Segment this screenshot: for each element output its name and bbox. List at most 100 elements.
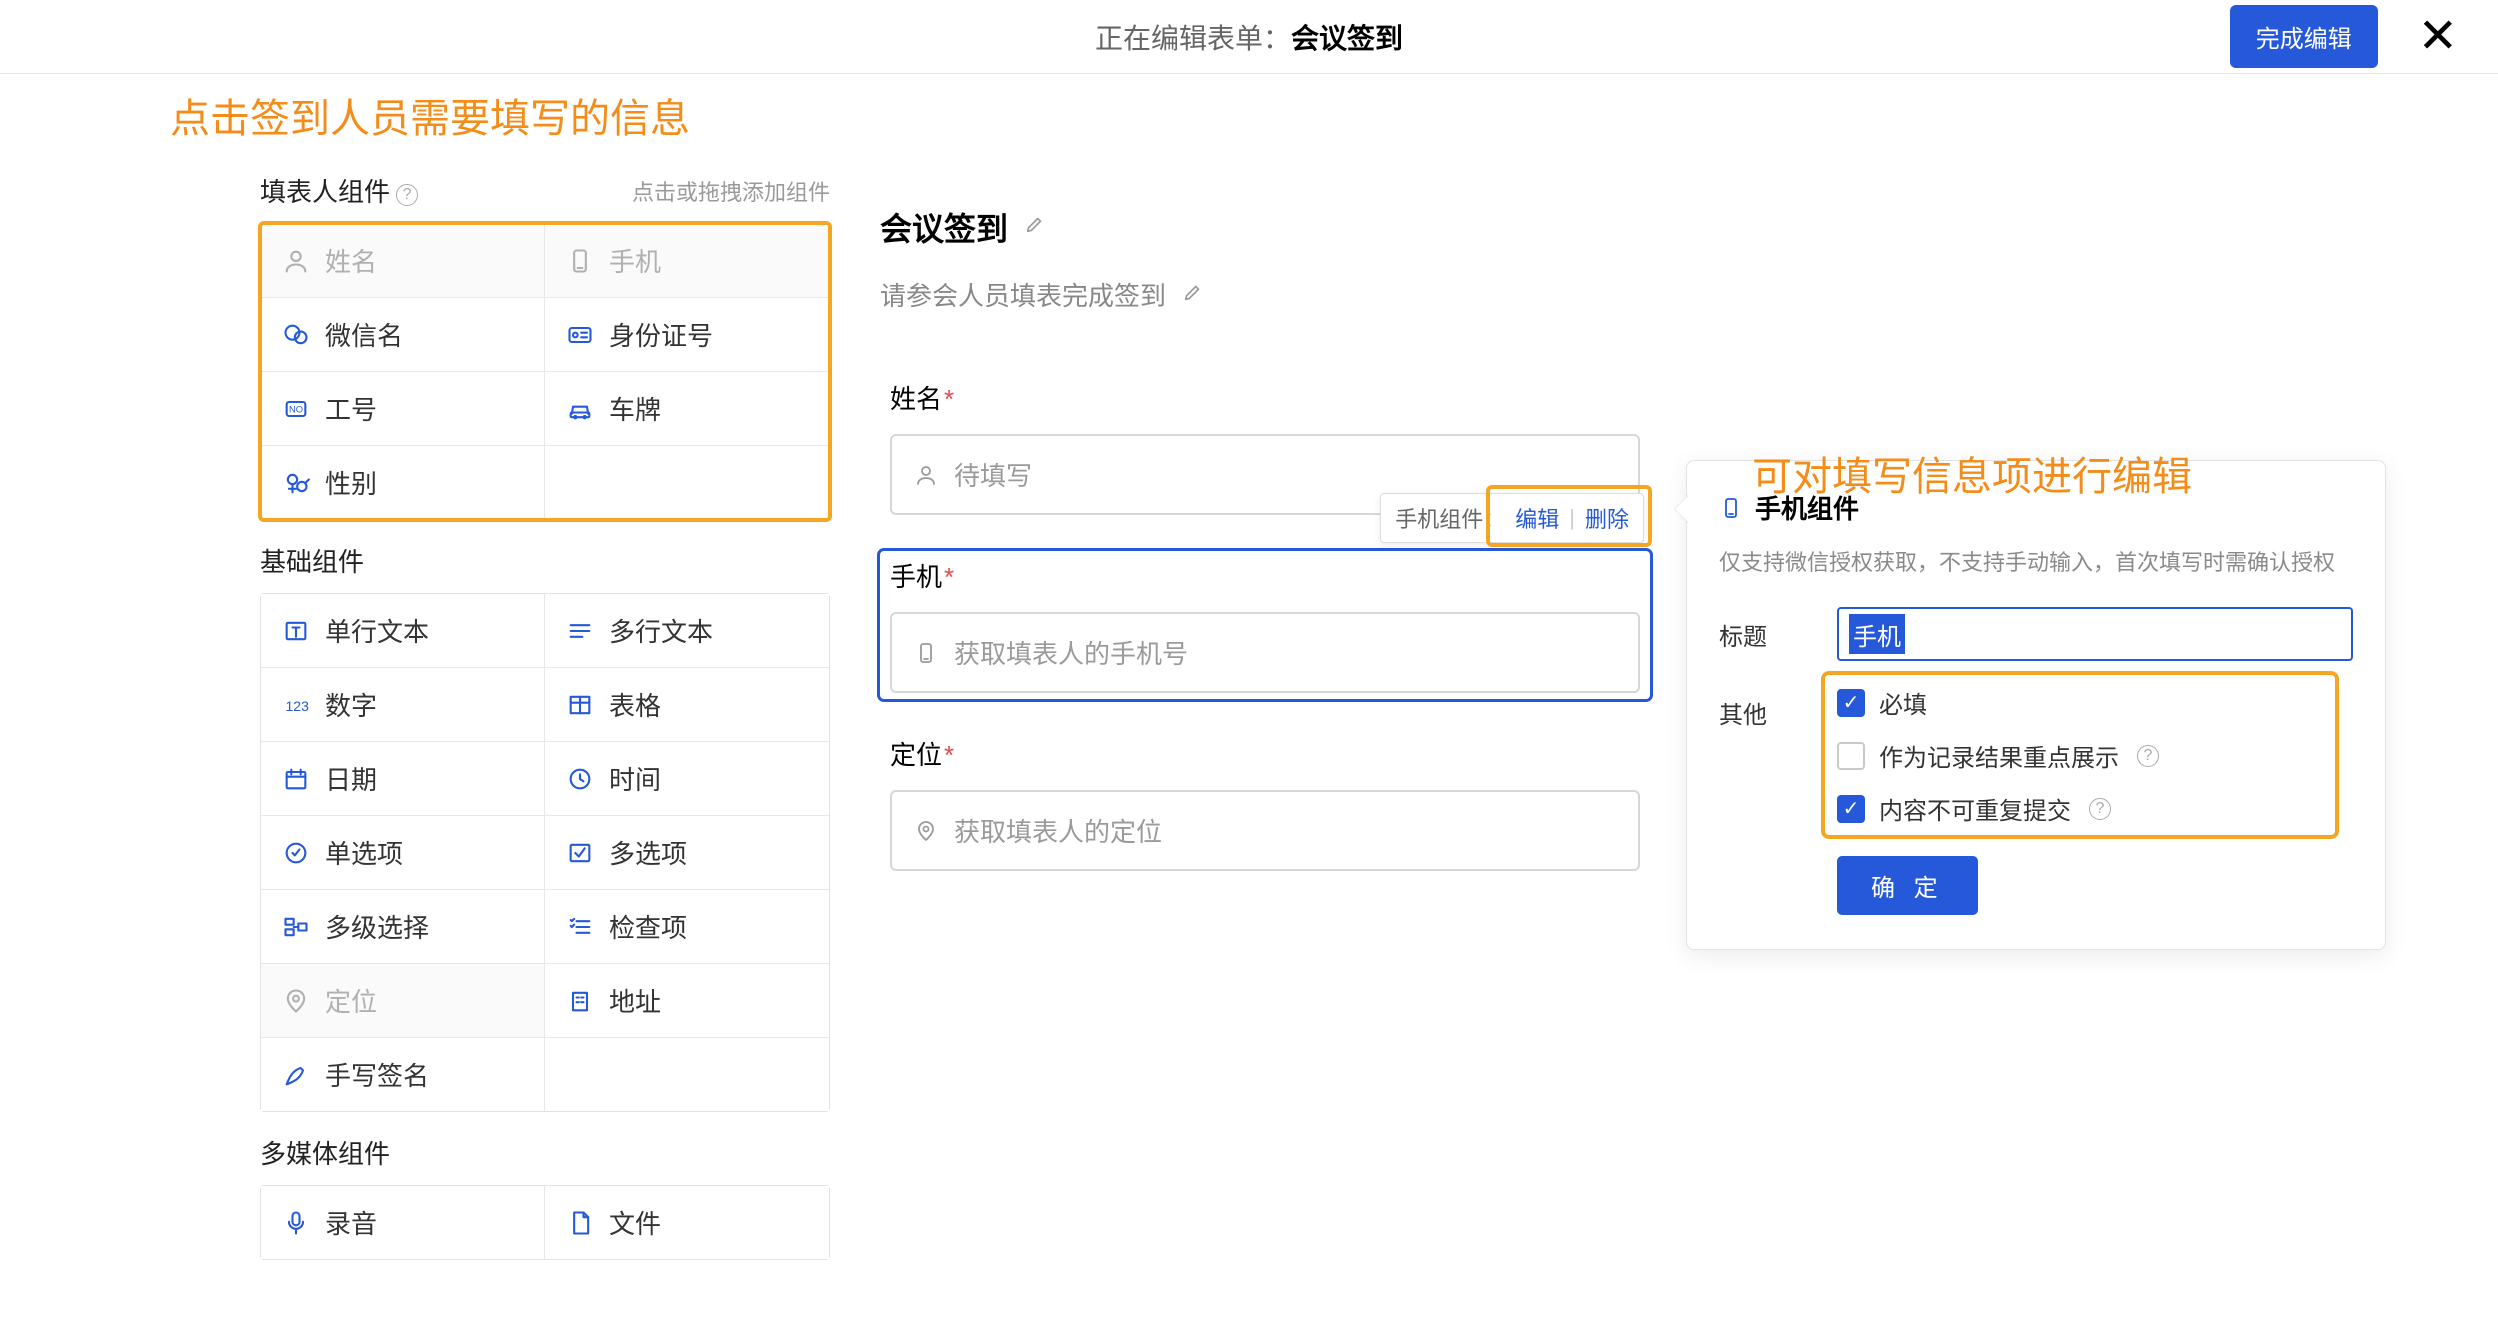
basic-components-grid: 单行文本 多行文本 123数字 表格 日期 时间 单选项 多选项 多级选择 检查… — [260, 593, 830, 1112]
component-wechat[interactable]: 微信名 — [261, 298, 545, 372]
radio-icon — [281, 839, 311, 867]
field-location-input: 获取填表人的定位 — [890, 790, 1640, 871]
checkbox-required[interactable] — [1837, 689, 1865, 717]
component-empty — [545, 446, 829, 519]
component-idcard[interactable]: 身份证号 — [545, 298, 829, 372]
editor-options-list: 必填 作为记录结果重点展示 ? 内容不可重复提交 ? — [1837, 685, 2353, 826]
component-plate[interactable]: 车牌 — [545, 372, 829, 446]
field-action-popover: 手机组件： 编辑 | 删除 — [1380, 493, 1644, 543]
building-icon — [565, 987, 595, 1015]
mic-icon — [281, 1209, 311, 1237]
component-staffno[interactable]: NO 工号 — [261, 372, 545, 446]
component-sidebar: 填表人组件? 点击或拖拽添加组件 姓名 手机 微信名 身份证号 NO 工号 — [260, 94, 830, 1343]
component-text-multi[interactable]: 多行文本 — [545, 594, 829, 668]
id-card-icon — [565, 321, 595, 349]
component-table[interactable]: 表格 — [545, 668, 829, 742]
person-icon — [281, 247, 311, 275]
header-form-name: 会议签到 — [1291, 23, 1403, 54]
component-cascader[interactable]: 多级选择 — [261, 890, 545, 964]
phone-icon — [1719, 496, 1743, 520]
popover-prefix: 手机组件： — [1395, 502, 1505, 534]
help-icon[interactable]: ? — [396, 184, 418, 206]
component-checklist[interactable]: 检查项 — [545, 890, 829, 964]
filler-components-grid: 姓名 手机 微信名 身份证号 NO 工号 车牌 — [260, 223, 830, 520]
option-highlight-label: 作为记录结果重点展示 — [1879, 738, 2119, 773]
edit-title-icon[interactable] — [1024, 213, 1046, 241]
form-canvas: 会议签到 请参会人员填表完成签到 姓名* 待填写 手机组件： 编辑 | 删除 手… — [880, 94, 1650, 1343]
option-unique-label: 内容不可重复提交 — [1879, 791, 2071, 826]
checkbox-highlight[interactable] — [1837, 742, 1865, 770]
pin-icon — [914, 819, 938, 843]
component-audio[interactable]: 录音 — [261, 1186, 545, 1259]
close-icon[interactable]: ✕ — [2418, 13, 2458, 61]
section-title-media: 多媒体组件 — [260, 1134, 390, 1171]
text-icon — [281, 617, 311, 645]
component-signature[interactable]: 手写签名 — [261, 1038, 545, 1111]
editor-title-input[interactable]: 手机 — [1837, 607, 2353, 661]
component-text-single[interactable]: 单行文本 — [261, 594, 545, 668]
editor-title-value: 手机 — [1849, 614, 1905, 654]
component-file[interactable]: 文件 — [545, 1186, 829, 1259]
popover-delete-link[interactable]: 删除 — [1585, 502, 1629, 534]
component-radio[interactable]: 单选项 — [261, 816, 545, 890]
person-icon — [914, 463, 938, 487]
header-prefix: 正在编辑表单： — [1095, 23, 1291, 54]
gender-icon — [281, 469, 311, 497]
component-number[interactable]: 123数字 — [261, 668, 545, 742]
help-icon[interactable]: ? — [2137, 745, 2159, 767]
table-icon — [565, 691, 595, 719]
component-checkbox[interactable]: 多选项 — [545, 816, 829, 890]
wechat-icon — [281, 321, 311, 349]
field-phone-input: 获取填表人的手机号 — [890, 612, 1640, 693]
cascader-icon — [281, 913, 311, 941]
car-icon — [565, 395, 595, 423]
checkbox-icon — [565, 839, 595, 867]
section-title-basic: 基础组件 — [260, 542, 364, 579]
file-icon — [565, 1209, 595, 1237]
editor-label-title: 标题 — [1719, 607, 1803, 652]
component-gender[interactable]: 性别 — [261, 446, 545, 519]
component-date[interactable]: 日期 — [261, 742, 545, 816]
section-header-media: 多媒体组件 — [260, 1134, 830, 1171]
field-location-block[interactable]: 定位* 获取填表人的定位 — [880, 729, 1650, 877]
header-title: 正在编辑表单：会议签到 — [1095, 17, 1403, 57]
section-header-filler: 填表人组件? 点击或拖拽添加组件 — [260, 172, 830, 209]
svg-text:123: 123 — [286, 697, 310, 713]
edit-description-icon[interactable] — [1182, 281, 1204, 309]
option-required-label: 必填 — [1879, 685, 1927, 720]
pen-icon — [281, 1061, 311, 1089]
editor-label-other: 其他 — [1719, 685, 1803, 730]
component-name: 姓名 — [261, 224, 545, 298]
field-location-placeholder: 获取填表人的定位 — [954, 812, 1162, 849]
field-phone-placeholder: 获取填表人的手机号 — [954, 634, 1188, 671]
editor-confirm-button[interactable]: 确 定 — [1837, 856, 1978, 915]
textarea-icon — [565, 617, 595, 645]
editor-note: 仅支持微信授权获取，不支持手动输入，首次填写时需确认授权 — [1719, 544, 2353, 581]
component-location: 定位 — [261, 964, 545, 1038]
badge-icon: NO — [281, 395, 311, 423]
clock-icon — [565, 765, 595, 793]
component-empty-2 — [545, 1038, 829, 1111]
component-address[interactable]: 地址 — [545, 964, 829, 1038]
form-description: 请参会人员填表完成签到 — [880, 276, 1166, 313]
form-title: 会议签到 — [880, 204, 1008, 250]
field-name-placeholder: 待填写 — [954, 456, 1032, 493]
component-phone: 手机 — [545, 224, 829, 298]
calendar-icon — [281, 765, 311, 793]
section-hint: 点击或拖拽添加组件 — [632, 175, 830, 207]
header-bar: 正在编辑表单：会议签到 完成编辑 ✕ — [0, 0, 2498, 74]
field-location-label: 定位 — [890, 740, 942, 770]
checklist-icon — [565, 913, 595, 941]
media-components-grid: 录音 文件 — [260, 1185, 830, 1260]
section-header-basic: 基础组件 — [260, 542, 830, 579]
finish-editing-button[interactable]: 完成编辑 — [2230, 5, 2378, 68]
field-name-label: 姓名 — [890, 384, 942, 414]
phone-icon — [914, 641, 938, 665]
phone-icon — [565, 247, 595, 275]
help-icon[interactable]: ? — [2089, 798, 2111, 820]
component-time[interactable]: 时间 — [545, 742, 829, 816]
annotation-right: 可对填写信息项进行编辑 — [1752, 444, 2192, 502]
popover-edit-link[interactable]: 编辑 — [1515, 502, 1559, 534]
field-phone-block[interactable]: 手机组件： 编辑 | 删除 手机* 获取填表人的手机号 — [880, 551, 1650, 699]
checkbox-unique[interactable] — [1837, 795, 1865, 823]
